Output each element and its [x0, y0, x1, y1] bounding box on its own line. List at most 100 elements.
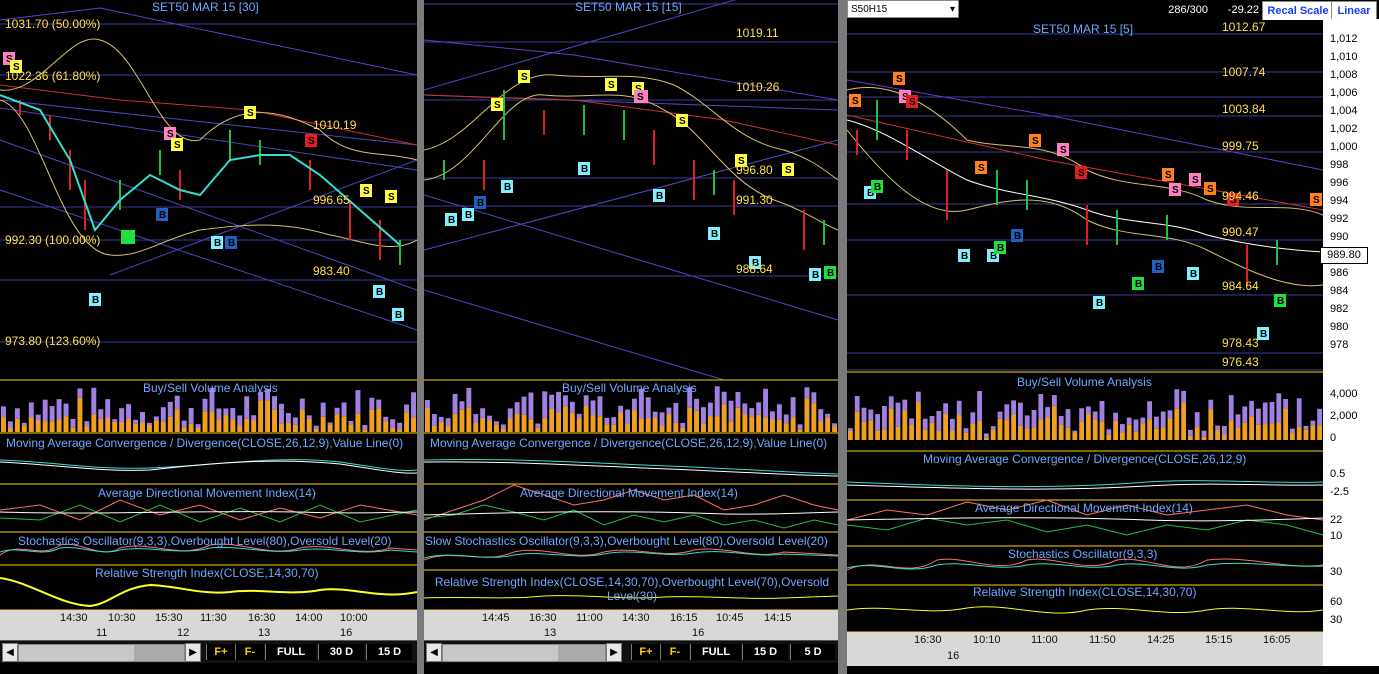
svg-text:B: B: [465, 210, 472, 221]
svg-text:S: S: [388, 192, 395, 203]
volume-bar: [292, 424, 298, 432]
volume-bar: [929, 422, 935, 440]
volume-bar: [369, 397, 375, 410]
volume-bar: [825, 417, 831, 432]
volume-bar: [244, 418, 250, 432]
time-label: 10:10: [973, 634, 1001, 646]
volume-bar: [854, 396, 860, 412]
price-level-label: 983.40: [313, 264, 350, 278]
volume-bar: [480, 408, 486, 418]
volume-bar: [1, 406, 6, 418]
symbol-select[interactable]: S50H15 ▾: [847, 0, 959, 18]
volume-bar: [861, 407, 867, 422]
volume-bar: [556, 391, 561, 413]
volume-bar: [91, 387, 97, 415]
time-label: 10:00: [340, 612, 368, 624]
volume-bar: [528, 392, 534, 420]
volume-bar: [1317, 408, 1322, 426]
volume-bar: [507, 418, 513, 432]
volume-bar: [535, 427, 541, 432]
macd-tick-label: 0.5: [1330, 468, 1346, 480]
volume-bar: [1201, 430, 1207, 437]
scroll-right-button[interactable]: ▶: [185, 643, 201, 662]
volume-bar: [174, 395, 180, 410]
volume-bar: [63, 416, 69, 432]
zoom-out-button[interactable]: F-: [235, 644, 264, 660]
volume-bar: [721, 404, 727, 432]
indicator-title-macd: Moving Average Convergence / Divergence(…: [430, 436, 828, 450]
volume-bar: [174, 409, 180, 432]
scroll-left-button[interactable]: ◀: [426, 643, 442, 662]
volume-bar: [272, 396, 277, 410]
volume-bar: [721, 391, 727, 405]
range-5d-button[interactable]: 5 D: [790, 644, 835, 660]
volume-bar: [1099, 421, 1105, 440]
scrollbar[interactable]: [18, 644, 185, 662]
recal-scale-button[interactable]: Recal Scale: [1262, 1, 1334, 21]
pane-divider[interactable]: [417, 0, 424, 674]
volume-bar: [105, 417, 111, 432]
volume-bar: [355, 413, 361, 432]
scrollbar[interactable]: [442, 644, 606, 662]
volume-bar: [341, 402, 347, 417]
time-label: 11:00: [576, 612, 603, 624]
volume-bar: [632, 410, 637, 432]
volume-bar: [590, 400, 596, 416]
volume-bar: [1126, 424, 1132, 440]
volume-bar: [473, 422, 479, 432]
volume-bar: [1052, 395, 1057, 407]
price-tick-label: 1,008: [1330, 69, 1358, 81]
pane-divider[interactable]: [838, 0, 847, 674]
svg-text:B: B: [1260, 329, 1267, 340]
volume-bar: [1106, 429, 1112, 435]
volume-bar: [936, 410, 942, 431]
volume-bar: [70, 427, 76, 432]
indicator-title-adx: Average Directional Movement Index(14): [975, 501, 1193, 515]
volume-bar: [1004, 419, 1010, 440]
volume-bar: [251, 420, 257, 432]
zoom-in-button[interactable]: F+: [206, 644, 235, 660]
volume-bar: [687, 407, 693, 432]
macd-tick-label: -2.5: [1330, 486, 1349, 498]
full-button[interactable]: FULL: [690, 644, 741, 660]
full-button[interactable]: FULL: [265, 644, 316, 660]
scroll-right-button[interactable]: ▶: [606, 643, 622, 662]
range-30d-button[interactable]: 30 D: [318, 644, 364, 660]
volume-bar: [604, 424, 610, 432]
volume-bar: [818, 421, 824, 432]
chart-pane-5min[interactable]: S S S S S S S S S S S S S S B B B B B B …: [847, 20, 1323, 666]
volume-bar: [1018, 425, 1023, 440]
chart-pane-30min[interactable]: S S S S S S S S B B B B B B SET50 MAR 15…: [0, 0, 417, 666]
volume-bar: [583, 405, 589, 432]
volume-bar: [556, 412, 561, 432]
volume-bar: [756, 414, 762, 432]
volume-bar: [1120, 424, 1125, 433]
volume-bar: [21, 425, 27, 432]
rsi-tick-label: 60: [1330, 596, 1343, 608]
volume-bar: [618, 412, 624, 432]
volume-bar: [1174, 389, 1180, 409]
zoom-in-button[interactable]: F+: [631, 644, 660, 660]
range-15d-button[interactable]: 15 D: [742, 644, 788, 660]
volume-bar: [997, 418, 1003, 440]
volume-bar: [299, 398, 305, 410]
zoom-out-button[interactable]: F-: [660, 644, 689, 660]
volume-bar: [84, 426, 90, 432]
volume-bar: [735, 391, 741, 408]
volume-bar: [1058, 415, 1064, 425]
svg-text:S: S: [896, 74, 903, 85]
date-label: 16: [692, 627, 705, 639]
linear-button[interactable]: Linear: [1331, 1, 1377, 21]
volume-bar: [1310, 420, 1316, 426]
volume-bar: [936, 430, 942, 440]
indicator-title-macd: Moving Average Convergence / Divergence(…: [6, 436, 404, 450]
chart-pane-15min[interactable]: S S S S S S S S B B B B B B B B B B SET5…: [424, 0, 838, 666]
svg-text:B: B: [874, 182, 881, 193]
range-15d-button[interactable]: 15 D: [366, 644, 412, 660]
scroll-left-button[interactable]: ◀: [2, 643, 18, 662]
indicator-title-rsi: Relative Strength Index(CLOSE,14,30,70): [973, 585, 1197, 599]
volume-bar: [776, 404, 782, 420]
volume-bar: [1160, 427, 1166, 440]
svg-text:B: B: [448, 215, 455, 226]
volume-bar: [797, 429, 803, 432]
